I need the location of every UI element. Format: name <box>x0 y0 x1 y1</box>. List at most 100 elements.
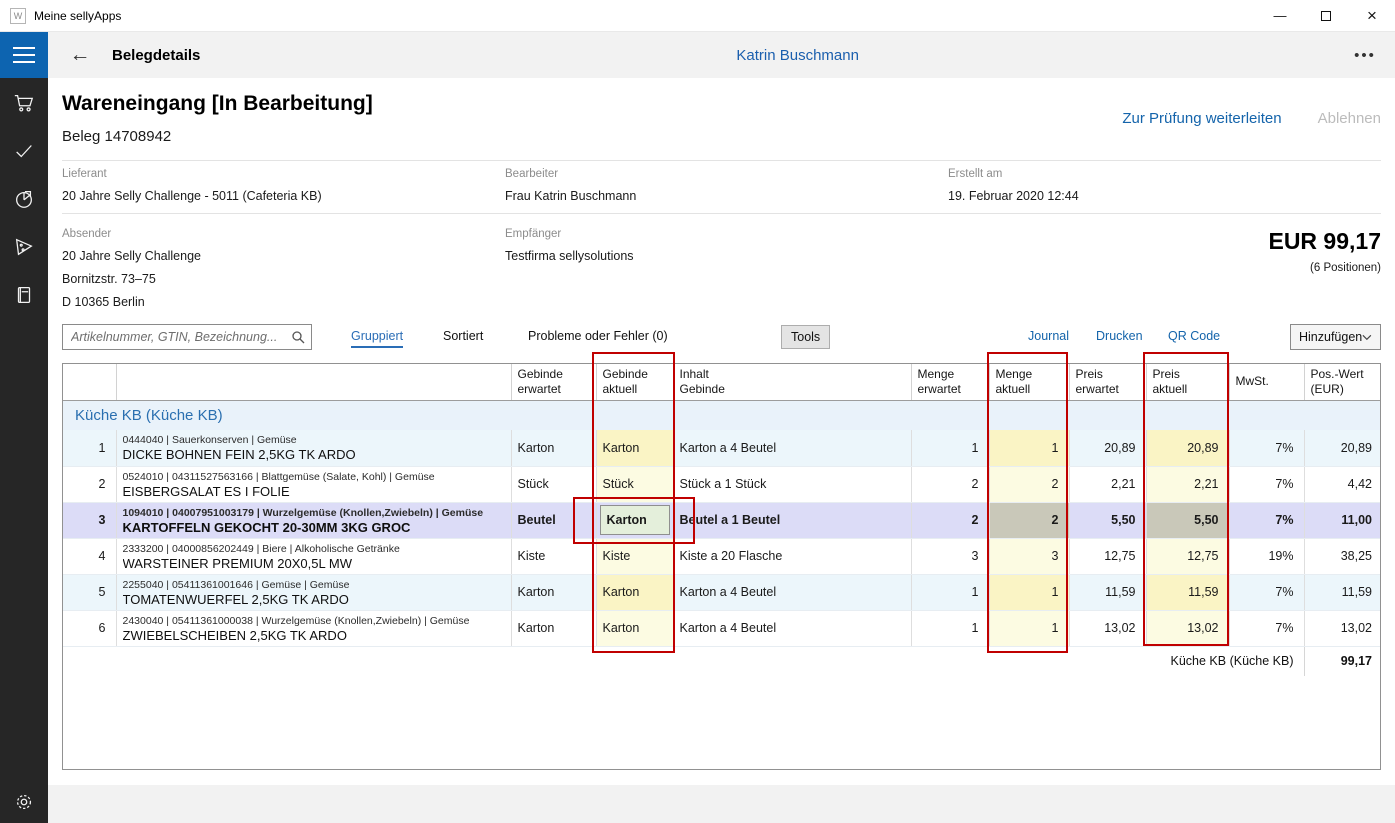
cell-menge-aktuell[interactable]: 1 <box>989 430 1069 466</box>
add-button[interactable]: Hinzufügen <box>1290 324 1381 350</box>
field-empfaenger: Empfänger Testfirma sellysolutions <box>505 228 634 263</box>
table-row[interactable]: 31094010 | 04007951003179 | Wurzelgemüse… <box>63 502 1381 538</box>
cell-gebinde-aktuell[interactable]: Karton <box>596 502 673 538</box>
cart-icon[interactable] <box>12 91 36 115</box>
cell-mwst: 7% <box>1229 466 1304 502</box>
cell-menge-aktuell[interactable]: 3 <box>989 538 1069 574</box>
table-row[interactable]: 62430040 | 05411361000038 | Wurzelgemüse… <box>63 610 1381 646</box>
positions-count: (6 Positionen) <box>1310 262 1381 274</box>
toggle-grouped[interactable]: Gruppiert <box>351 329 403 348</box>
cell-pos-wert: 11,59 <box>1304 574 1381 610</box>
app-icon: W <box>10 8 26 24</box>
group-header-row[interactable]: Küche KB (Küche KB) <box>63 400 1381 430</box>
cell-row-number: 6 <box>63 610 116 646</box>
divider <box>62 160 1381 161</box>
search-input[interactable] <box>63 330 285 344</box>
col-gebinde-erwartet[interactable]: Gebindeerwartet <box>511 364 596 400</box>
cell-preis-aktuell[interactable]: 13,02 <box>1146 610 1229 646</box>
col-num[interactable] <box>63 364 116 400</box>
window-title: Meine sellyApps <box>34 9 121 23</box>
qr-code-link[interactable]: QR Code <box>1168 329 1220 343</box>
journal-link[interactable]: Journal <box>1028 329 1069 343</box>
article-name: EISBERGSALAT ES I FOLIE <box>123 484 505 500</box>
cell-mwst: 7% <box>1229 574 1304 610</box>
minimize-icon[interactable]: — <box>1257 0 1303 31</box>
chevron-down-icon <box>1362 334 1372 341</box>
cell-gebinde-aktuell[interactable]: Karton <box>596 574 673 610</box>
col-menge-erwartet[interactable]: Mengeerwartet <box>911 364 989 400</box>
close-icon[interactable]: × <box>1349 0 1395 31</box>
cell-menge-aktuell[interactable]: 2 <box>989 502 1069 538</box>
bottom-bar <box>48 785 1395 823</box>
cell-menge-aktuell[interactable]: 1 <box>989 610 1069 646</box>
cell-pos-wert: 38,25 <box>1304 538 1381 574</box>
col-mwst[interactable]: MwSt. <box>1229 364 1304 400</box>
search-icon[interactable] <box>285 330 311 344</box>
col-pos-wert[interactable]: Pos.-Wert(EUR) <box>1304 364 1381 400</box>
edited-gebinde-input[interactable]: Karton <box>600 505 670 535</box>
cell-article[interactable]: 2333200 | 04000856202449 | Biere | Alkoh… <box>116 538 511 574</box>
cell-menge-aktuell[interactable]: 1 <box>989 574 1069 610</box>
cell-menge-aktuell[interactable]: 2 <box>989 466 1069 502</box>
current-user[interactable]: Katrin Buschmann <box>200 47 1335 64</box>
col-article[interactable] <box>116 364 511 400</box>
cell-article[interactable]: 2255040 | 05411361001646 | Gemüse | Gemü… <box>116 574 511 610</box>
cell-gebinde-aktuell[interactable]: Karton <box>596 430 673 466</box>
cell-preis-aktuell[interactable]: 20,89 <box>1146 430 1229 466</box>
app-header: ← Belegdetails Katrin Buschmann ••• <box>0 32 1395 78</box>
reject-button[interactable]: Ablehnen <box>1318 110 1381 127</box>
tools-button[interactable]: Tools <box>781 325 830 349</box>
cell-article[interactable]: 1094010 | 04007951003179 | Wurzelgemüse … <box>116 502 511 538</box>
gear-icon[interactable] <box>0 791 48 813</box>
cell-gebinde-aktuell[interactable]: Stück <box>596 466 673 502</box>
col-preis-erwartet[interactable]: Preiserwartet <box>1069 364 1146 400</box>
more-options-icon[interactable]: ••• <box>1335 47 1395 64</box>
maximize-icon[interactable] <box>1303 0 1349 31</box>
table-row[interactable]: 2 0524010 | 04311527563166 | Blattgemüse … <box>63 466 1381 502</box>
cell-article[interactable]: 0524010 | 04311527563166 | Blattgemüse (… <box>116 466 511 502</box>
field-absender: Absender 20 Jahre Selly Challenge Bornit… <box>62 228 201 309</box>
cell-mwst: 19% <box>1229 538 1304 574</box>
cell-gebinde-erwartet: Karton <box>511 430 596 466</box>
hamburger-menu-icon[interactable] <box>0 32 48 78</box>
table-row[interactable]: 5 2255040 | 05411361001646 | Gemüse | Gem… <box>63 574 1381 610</box>
cell-menge-erwartet: 2 <box>911 502 989 538</box>
cell-row-number: 1 <box>63 430 116 466</box>
cell-preis-aktuell[interactable]: 11,59 <box>1146 574 1229 610</box>
cell-preis-erwartet: 12,75 <box>1069 538 1146 574</box>
problems-filter[interactable]: Probleme oder Fehler (0) <box>528 329 668 343</box>
cell-pos-wert: 4,42 <box>1304 466 1381 502</box>
col-preis-aktuell[interactable]: Preisaktuell <box>1146 364 1229 400</box>
cell-gebinde-erwartet: Karton <box>511 610 596 646</box>
cell-row-number: 5 <box>63 574 116 610</box>
col-gebinde-aktuell[interactable]: Gebindeaktuell <box>596 364 673 400</box>
article-meta: 1094010 | 04007951003179 | Wurzelgemüse … <box>123 507 505 520</box>
cell-article[interactable]: 0444040 | Sauerkonserven | GemüseDICKE B… <box>116 430 511 466</box>
table-row[interactable]: 10444040 | Sauerkonserven | GemüseDICKE … <box>63 430 1381 466</box>
toggle-sorted[interactable]: Sortiert <box>443 329 483 343</box>
cell-mwst: 7% <box>1229 430 1304 466</box>
article-meta: 2333200 | 04000856202449 | Biere | Alkoh… <box>123 543 505 556</box>
table-row[interactable]: 42333200 | 04000856202449 | Biere | Alko… <box>63 538 1381 574</box>
cell-gebinde-aktuell[interactable]: Karton <box>596 610 673 646</box>
cell-article[interactable]: 2430040 | 05411361000038 | Wurzelgemüse … <box>116 610 511 646</box>
pie-chart-icon[interactable] <box>12 187 36 211</box>
book-icon[interactable] <box>12 283 36 307</box>
pizza-icon[interactable] <box>12 235 36 259</box>
cell-gebinde-aktuell[interactable]: Kiste <box>596 538 673 574</box>
cell-mwst: 7% <box>1229 610 1304 646</box>
print-link[interactable]: Drucken <box>1096 329 1143 343</box>
back-arrow-icon[interactable]: ← <box>56 43 104 67</box>
table-header-row: Gebindeerwartet Gebindeaktuell InhaltGeb… <box>63 364 1381 400</box>
cell-gebinde-erwartet: Stück <box>511 466 596 502</box>
cell-preis-aktuell[interactable]: 5,50 <box>1146 502 1229 538</box>
cell-mwst: 7% <box>1229 502 1304 538</box>
check-icon[interactable] <box>12 139 36 163</box>
forward-for-review-button[interactable]: Zur Prüfung weiterleiten <box>1122 110 1281 127</box>
cell-preis-aktuell[interactable]: 2,21 <box>1146 466 1229 502</box>
col-inhalt-gebinde[interactable]: InhaltGebinde <box>673 364 911 400</box>
article-meta: 2255040 | 05411361001646 | Gemüse | Gemü… <box>123 579 505 592</box>
cell-preis-aktuell[interactable]: 12,75 <box>1146 538 1229 574</box>
cell-inhalt-gebinde: Karton a 4 Beutel <box>673 574 911 610</box>
col-menge-aktuell[interactable]: Mengeaktuell <box>989 364 1069 400</box>
